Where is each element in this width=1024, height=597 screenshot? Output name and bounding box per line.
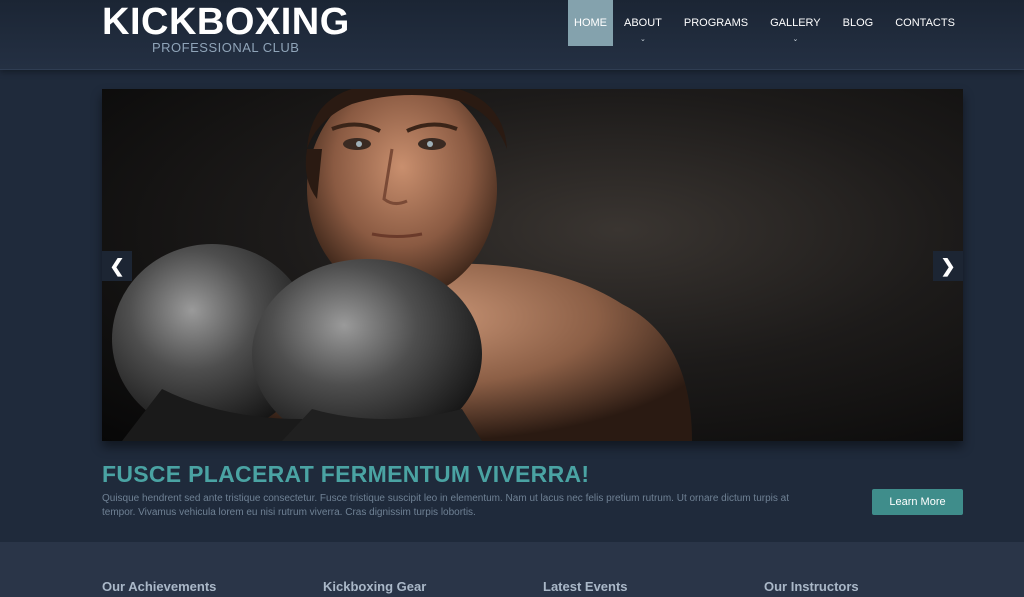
chevron-right-icon: ❯ — [940, 256, 956, 276]
learn-more-button[interactable]: Learn More — [872, 489, 963, 515]
nav-item-blog[interactable]: BLOG — [832, 0, 885, 46]
nav-item-about[interactable]: ABOUT ⌄ — [613, 0, 673, 46]
chevron-down-icon: ⌄ — [640, 36, 646, 43]
chevron-down-icon: ⌄ — [792, 36, 799, 43]
hero-slider[interactable] — [102, 89, 963, 441]
nav-item-label: BLOG — [842, 17, 874, 29]
logo-subtitle: PROFESSIONAL CLUB — [152, 40, 300, 55]
footer-heading-events: Latest Events — [543, 579, 628, 594]
nav-item-home[interactable]: HOME — [568, 0, 613, 46]
footer-heading-gear: Kickboxing Gear — [323, 579, 427, 594]
nav-item-label: HOME — [574, 17, 607, 29]
site-header: KICKBOXING PROFESSIONAL CLUB HOME ABOUT … — [0, 0, 1024, 70]
slide-caption-text: Quisque hendrent sed ante tristique cons… — [102, 493, 789, 518]
slide-caption-title: FUSCE PLACERAT FERMENTUM VIVERRA! — [102, 461, 590, 487]
nav-item-label: ABOUT — [624, 17, 662, 29]
main-nav: HOME ABOUT ⌄ PROGRAMS GALLERY ⌄ BLOG CON… — [568, 0, 966, 46]
chevron-left-icon: ❮ — [109, 256, 125, 276]
footer-widgets: Our Achievements Kickboxing Gear Latest … — [0, 542, 1024, 597]
nav-item-programs[interactable]: PROGRAMS — [673, 0, 759, 46]
nav-item-label: CONTACTS — [895, 17, 955, 29]
nav-item-label: GALLERY — [770, 17, 821, 29]
nav-item-contacts[interactable]: CONTACTS — [884, 0, 966, 46]
logo-title[interactable]: KICKBOXING — [102, 2, 350, 42]
nav-item-label: PROGRAMS — [683, 17, 749, 29]
footer-heading-instructors: Our Instructors — [764, 579, 859, 594]
footer-heading-achievements: Our Achievements — [102, 579, 217, 594]
nav-item-gallery[interactable]: GALLERY ⌄ — [759, 0, 832, 46]
boxer-photo — [112, 89, 692, 441]
slider-next-button[interactable]: ❯ — [933, 251, 963, 281]
slider-prev-button[interactable]: ❮ — [102, 251, 132, 281]
